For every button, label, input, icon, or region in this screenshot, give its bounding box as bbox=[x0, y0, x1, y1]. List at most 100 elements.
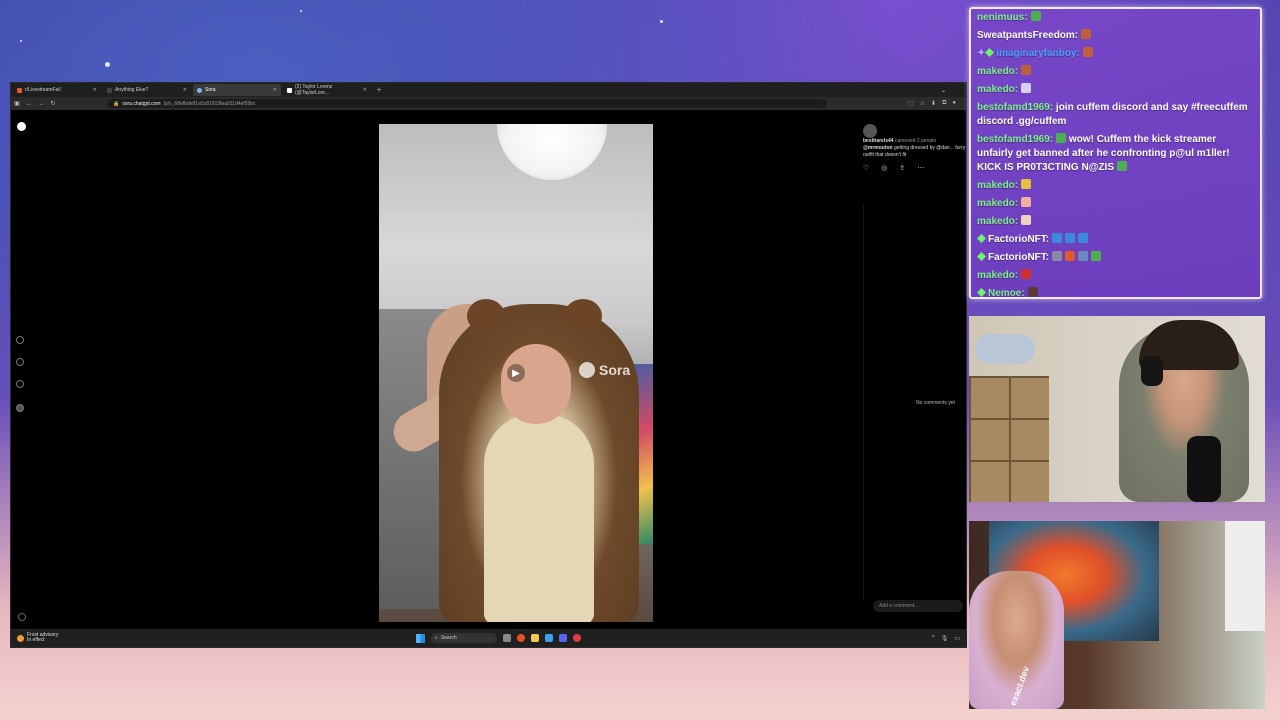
close-icon[interactable]: ✕ bbox=[93, 87, 97, 93]
emote-icon bbox=[1021, 269, 1032, 279]
face bbox=[501, 344, 571, 424]
tab-bar: r/LivestreamFail ✕ Anything Else? ✕ Sora ✕ … bbox=[11, 83, 966, 97]
extensions-icon[interactable]: ⧉ bbox=[942, 100, 946, 107]
post-meta: cameoed 2 people bbox=[894, 138, 937, 144]
windows-start-icon[interactable] bbox=[416, 633, 425, 643]
costume-belly bbox=[484, 414, 594, 622]
author-avatar[interactable] bbox=[863, 124, 877, 138]
chat-message: makedo: bbox=[977, 81, 1254, 99]
sora-page: ▶ Sora bestharels44 cameoed 2 people @mr… bbox=[11, 110, 966, 629]
chat-message: makedo: bbox=[977, 63, 1254, 81]
bear-ear bbox=[467, 299, 505, 333]
emote-icon bbox=[1027, 287, 1038, 297]
weather-subtitle: In effect bbox=[27, 637, 45, 643]
badge-icon bbox=[977, 288, 986, 297]
emote-icon bbox=[1056, 133, 1067, 143]
sword-badge-icon: ✦ bbox=[977, 48, 986, 59]
tab-sora[interactable]: Sora ✕ bbox=[193, 84, 281, 96]
settings-icon[interactable] bbox=[18, 613, 26, 621]
more-icon[interactable]: ⋯ bbox=[917, 165, 924, 172]
reddit-icon bbox=[17, 87, 22, 93]
emote-icon bbox=[1065, 233, 1076, 243]
install-icon[interactable]: ⬚ bbox=[908, 100, 914, 107]
caption-mention[interactable]: @mrmouton bbox=[863, 145, 893, 151]
taskbar-search[interactable]: ⌕ Search bbox=[431, 633, 497, 643]
tab-taylor-lorenz[interactable]: (2) Taylor Lorenz (@TaylorLore... ✕ bbox=[283, 84, 371, 96]
share-icon[interactable]: ⇪ bbox=[899, 165, 905, 172]
chat-message: FactorioNFT: bbox=[977, 231, 1254, 249]
bell-icon[interactable] bbox=[16, 380, 24, 388]
new-tab-button[interactable]: + bbox=[377, 87, 381, 94]
sidebar-toggle-icon[interactable]: ▣ bbox=[11, 100, 23, 107]
microphone bbox=[1187, 436, 1221, 502]
monitor-icon[interactable]: ▭ bbox=[954, 635, 960, 642]
sora-icon bbox=[197, 87, 202, 93]
tab-anything-else[interactable]: Anything Else? ✕ bbox=[103, 84, 191, 96]
close-icon[interactable]: ✕ bbox=[183, 87, 187, 93]
post-info: bestharels44 cameoed 2 people @mrmouton … bbox=[863, 124, 967, 172]
sparkle-decoration bbox=[660, 20, 663, 23]
emote-icon bbox=[1082, 47, 1093, 57]
app-icon[interactable] bbox=[545, 634, 553, 642]
browser-app-icon[interactable] bbox=[517, 634, 525, 642]
forward-button[interactable]: → bbox=[35, 101, 47, 107]
webcam-guest: exact.dev bbox=[969, 521, 1265, 709]
tray-chevron-icon[interactable]: ^ bbox=[932, 635, 935, 642]
back-button[interactable]: ← bbox=[23, 101, 35, 107]
avatar[interactable] bbox=[16, 404, 24, 412]
headphones bbox=[1141, 356, 1163, 386]
emote-icon bbox=[1052, 251, 1063, 261]
emote-icon bbox=[1021, 215, 1032, 225]
pet-bed bbox=[975, 334, 1035, 364]
acoustic-panel bbox=[1225, 521, 1265, 631]
file-explorer-icon[interactable] bbox=[531, 634, 539, 642]
obs-icon[interactable] bbox=[573, 634, 581, 642]
heart-icon[interactable]: ♡ bbox=[863, 165, 869, 172]
add-comment-input[interactable]: Add a comment... bbox=[873, 600, 963, 612]
sparkle-decoration bbox=[20, 40, 22, 42]
download-icon[interactable]: ⬇ bbox=[931, 100, 936, 107]
sparkle-decoration bbox=[300, 10, 302, 12]
chat-message: FactorioNFT: bbox=[977, 249, 1254, 267]
close-icon[interactable]: ✕ bbox=[363, 87, 367, 93]
emote-icon bbox=[1081, 29, 1092, 39]
chat-message: SweatpantsFreedom: bbox=[977, 27, 1254, 45]
discord-icon[interactable] bbox=[559, 634, 567, 642]
sora-watermark-icon bbox=[579, 362, 595, 378]
tab-livestreamfail[interactable]: r/LivestreamFail ✕ bbox=[13, 84, 101, 96]
chat-message: ✦ imaginaryfanboy: bbox=[977, 45, 1254, 63]
mod-badge-icon bbox=[985, 48, 995, 57]
profile-icon[interactable]: ● bbox=[952, 100, 956, 107]
sora-logo-icon[interactable] bbox=[17, 122, 26, 131]
bear-ear bbox=[564, 299, 602, 333]
url-host: sora.chatgpt.com bbox=[122, 100, 161, 107]
chat-message: Nemoe: bbox=[977, 285, 1254, 297]
weather-icon bbox=[17, 634, 24, 642]
task-view-icon[interactable] bbox=[503, 634, 511, 642]
lock-icon: 🔒 bbox=[113, 100, 120, 107]
play-icon[interactable]: ▶ bbox=[507, 364, 525, 382]
close-icon[interactable]: ✕ bbox=[273, 87, 277, 93]
search-icon[interactable] bbox=[16, 358, 24, 366]
chat-message: makedo: bbox=[977, 267, 1254, 285]
star-icon[interactable]: ☆ bbox=[920, 100, 925, 107]
home-icon[interactable] bbox=[16, 336, 24, 344]
webcam-streamer bbox=[969, 316, 1265, 502]
url-field[interactable]: 🔒 sora.chatgpt.com/p/s_68efbde91a5c81919… bbox=[107, 99, 827, 108]
url-path: /p/s_68efbde91a5c81919faa911d4ef59bc bbox=[163, 100, 256, 107]
emote-icon bbox=[1078, 233, 1089, 243]
badge-icon bbox=[977, 252, 986, 261]
search-icon: ⌕ bbox=[435, 635, 438, 641]
remix-icon[interactable]: ◎ bbox=[881, 165, 887, 172]
badge-icon bbox=[977, 234, 986, 243]
weather-widget[interactable]: Frost advisory In effect bbox=[17, 633, 58, 643]
reload-button[interactable]: ↻ bbox=[47, 100, 59, 107]
video-player[interactable]: ▶ Sora bbox=[379, 124, 653, 622]
mic-icon[interactable]: 🎙 bbox=[941, 635, 949, 642]
shelf-grid bbox=[969, 376, 1049, 502]
post-author[interactable]: bestharels44 bbox=[863, 138, 894, 144]
emote-icon bbox=[1021, 197, 1032, 207]
emote-icon bbox=[1021, 65, 1032, 75]
emote-icon bbox=[1065, 251, 1076, 261]
chevron-down-icon[interactable]: ⌄ bbox=[941, 87, 946, 94]
